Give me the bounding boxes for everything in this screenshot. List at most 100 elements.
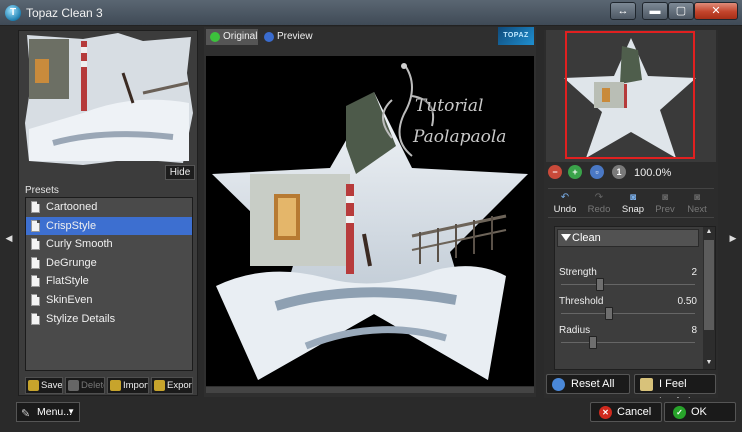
settings-scroll-thumb[interactable] [704, 240, 714, 330]
settings-panel: Clean Strength 2 Threshold 0.50 Radius 8 [554, 226, 716, 370]
minimize-button[interactable]: ▬ [642, 2, 668, 20]
undo-button[interactable]: ↶ Undo [550, 192, 580, 218]
settings-scrollbar[interactable]: ▲ ▼ [703, 227, 715, 369]
reset-all-label: Reset All [571, 378, 615, 390]
document-icon [31, 201, 40, 213]
restore-size-button[interactable]: ↔ [610, 2, 636, 20]
redo-label: Redo [587, 204, 611, 215]
prev-button[interactable]: ◙ Prev [650, 192, 680, 218]
close-window-button[interactable]: ✕ [694, 2, 738, 20]
strength-label: Strength [559, 267, 597, 278]
redo-icon: ↷ [594, 192, 604, 203]
preset-label: Curly Smooth [46, 238, 113, 251]
preset-button-bar: Save Delete Import Export [25, 377, 193, 394]
navigator[interactable] [546, 30, 716, 162]
preset-item-stylize-details[interactable]: Stylize Details [26, 310, 192, 329]
export-preset-button[interactable]: Export [151, 377, 193, 394]
tab-original-label: Original [223, 31, 258, 42]
next-label: Next [687, 204, 707, 215]
zoom-in-icon[interactable]: + [568, 165, 582, 179]
cancel-button[interactable]: ✕ Cancel [590, 402, 662, 422]
dice-icon [640, 378, 653, 391]
document-icon [31, 219, 40, 232]
document-icon [31, 238, 40, 251]
maximize-button[interactable]: ▢ [668, 2, 694, 20]
preset-item-skineven[interactable]: SkinEven [26, 291, 192, 310]
scroll-down-icon[interactable]: ▼ [705, 359, 713, 366]
tab-original[interactable]: Original [206, 29, 258, 45]
import-icon [110, 380, 121, 391]
navigator-image [546, 30, 716, 162]
save-preset-button[interactable]: Save [25, 377, 63, 394]
preset-label: Stylize Details [46, 312, 116, 325]
reset-lucky-bar: Reset All I Feel Lucky! [546, 374, 716, 408]
scroll-up-icon[interactable]: ▲ [705, 228, 713, 235]
delete-preset-button[interactable]: Delete [65, 377, 105, 394]
undo-icon: ↶ [560, 192, 570, 203]
zoom-level: 100.0% [634, 167, 672, 179]
reset-all-button[interactable]: Reset All [546, 374, 630, 394]
undo-label: Undo [553, 204, 577, 215]
preset-label: SkinEven [46, 293, 93, 306]
preview-image [212, 63, 528, 380]
delete-icon [68, 380, 79, 391]
preset-item-curly-smooth[interactable]: Curly Smooth [26, 235, 192, 254]
next-button[interactable]: ◙ Next [682, 192, 712, 218]
controls-panel: − + ▫ 1 100.0% ↶ Undo ↷ Redo ◙ Snap ◙ Pr… [544, 30, 718, 408]
tab-preview[interactable]: Preview [260, 29, 316, 45]
radius-thumb[interactable] [588, 336, 597, 349]
preset-label: CrispStyle [46, 219, 97, 232]
preset-item-cartooned[interactable]: Cartooned [26, 198, 192, 217]
snap-label: Snap [621, 204, 645, 215]
delete-preset-label: Delete [81, 380, 104, 391]
preset-item-flatstyle[interactable]: FlatStyle [26, 272, 192, 291]
strength-value: 2 [691, 267, 697, 278]
watermark-author: Paolapaola [413, 127, 507, 147]
save-icon [28, 380, 39, 391]
window-title: Topaz Clean 3 [26, 6, 103, 20]
clean-section-title: Clean [572, 232, 601, 244]
prev-label: Prev [655, 204, 675, 215]
wrench-icon: ✎ [21, 408, 31, 420]
threshold-slider[interactable]: Threshold 0.50 [559, 296, 697, 324]
preset-item-crispstyle[interactable]: CrispStyle [26, 216, 192, 236]
document-icon [31, 312, 40, 325]
hide-thumbnail-button[interactable]: Hide [165, 165, 195, 180]
green-dot-icon [210, 32, 220, 42]
menu-button[interactable]: ✎ Menu... ▼ [16, 402, 80, 422]
history-toolbar: ↶ Undo ↷ Redo ◙ Snap ◙ Prev ◙ Next [548, 188, 714, 218]
collapse-right-panel-arrow-icon[interactable]: ▶ [728, 226, 738, 250]
radius-track [561, 342, 695, 343]
threshold-track [561, 313, 695, 314]
collapse-left-panel-arrow-icon[interactable]: ◀ [4, 226, 14, 250]
preset-item-degrunge[interactable]: DeGrunge [26, 254, 192, 273]
checkmark-icon: ✓ [673, 406, 686, 419]
clean-section-header[interactable]: Clean [557, 229, 699, 247]
image-preview-canvas[interactable]: Tutorial Paolapaola [206, 56, 534, 386]
preset-preview-thumbnail [23, 33, 193, 165]
chevron-down-icon: ▼ [67, 407, 75, 416]
import-preset-button[interactable]: Import [107, 377, 149, 394]
fit-to-window-icon[interactable]: ▫ [590, 165, 604, 179]
preview-horizontal-scrollbar[interactable] [206, 387, 534, 393]
export-icon [154, 380, 165, 391]
blue-dot-icon [264, 32, 274, 42]
preset-list: Cartooned CrispStyle Curly Smooth DeGrun… [25, 197, 193, 371]
strength-thumb[interactable] [596, 278, 605, 291]
snap-button[interactable]: ◙ Snap [618, 192, 648, 218]
watermark-tutorial: Tutorial [415, 96, 484, 116]
reset-icon [552, 378, 565, 391]
presets-title: Presets [25, 185, 59, 196]
ok-button[interactable]: ✓ OK [664, 402, 736, 422]
document-icon [31, 275, 40, 288]
redo-button[interactable]: ↷ Redo [584, 192, 614, 218]
threshold-thumb[interactable] [605, 307, 614, 320]
radius-slider[interactable]: Radius 8 [559, 325, 697, 353]
actual-size-icon[interactable]: 1 [612, 165, 626, 179]
preset-label: FlatStyle [46, 275, 89, 288]
feel-lucky-button[interactable]: I Feel Lucky! [634, 374, 716, 408]
export-preset-label: Export [167, 380, 193, 391]
zoom-out-icon[interactable]: − [548, 165, 562, 179]
strength-slider[interactable]: Strength 2 [559, 267, 697, 295]
threshold-value: 0.50 [677, 296, 697, 307]
